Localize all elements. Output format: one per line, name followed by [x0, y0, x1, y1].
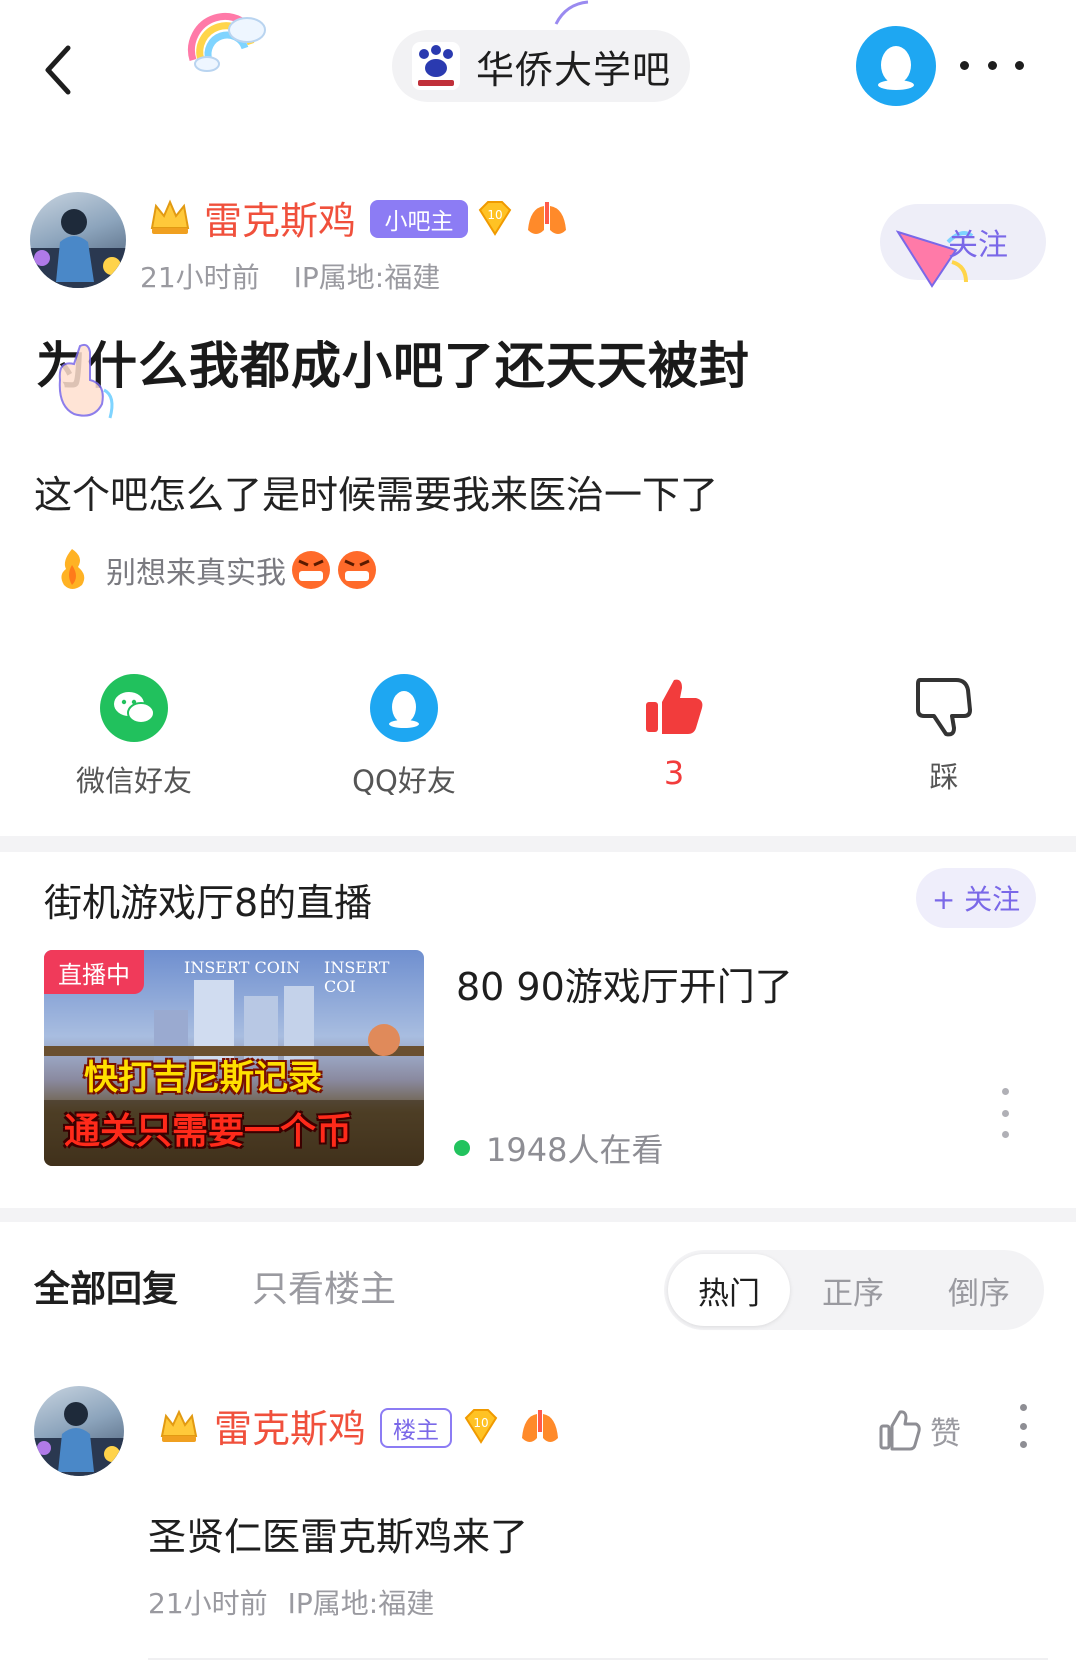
- tieba-paw-logo-icon: [412, 42, 460, 90]
- thumbs-up-outline-icon: [879, 1410, 921, 1451]
- thumbs-down-icon: [916, 678, 972, 737]
- more-dot-icon: [987, 60, 997, 70]
- follow-label: 关注: [948, 228, 1008, 263]
- moderator-badge: 小吧主: [370, 200, 468, 238]
- more-dot-icon: [1015, 60, 1024, 70]
- live-follow-button[interactable]: + 关注: [916, 868, 1036, 928]
- more-options-button[interactable]: [960, 50, 1024, 80]
- share-wechat-label: 微信好友: [75, 764, 192, 798]
- angry-face-emoji-icon: [292, 551, 330, 589]
- post-meta: 21小时前 IP属地:福建: [140, 256, 440, 296]
- sort-asc-button[interactable]: 正序: [790, 1250, 916, 1330]
- live-dot-icon: [454, 1140, 470, 1156]
- sort-toggle-group: 热门 正序 倒序: [664, 1250, 1044, 1330]
- forum-name-pill[interactable]: 华侨大学吧: [392, 30, 690, 102]
- post-body: 这个吧怎么了是时候需要我来医治一下了: [34, 473, 719, 517]
- section-divider: [0, 836, 1076, 852]
- rainbow-decoration-icon: [185, 0, 275, 72]
- lungs-badge-icon: [528, 202, 566, 234]
- reply-text: 圣贤仁医雷克斯鸡来了: [148, 1515, 529, 1559]
- thumb-insert-coin-1: INSERT COIN: [184, 958, 301, 977]
- dislike-label: 踩: [929, 760, 959, 794]
- qq-share-top-button[interactable]: [856, 26, 936, 106]
- author-name[interactable]: 雷克斯鸡: [204, 190, 356, 245]
- more-dot-icon: [1019, 1441, 1027, 1448]
- signature-row: 别想来真实我: [54, 544, 378, 596]
- lungs-badge-icon: [522, 1410, 558, 1442]
- live-more-button[interactable]: [998, 1088, 1012, 1138]
- viewer-count-text: 1948人在看: [486, 1131, 664, 1169]
- live-stream-title[interactable]: 80 90游戏厅开门了: [456, 956, 793, 1011]
- more-dot-icon: [1001, 1131, 1009, 1138]
- author-avatar[interactable]: [30, 192, 126, 288]
- thumbs-up-filled-icon: [646, 679, 703, 734]
- sort-hot-button[interactable]: 热门: [668, 1254, 790, 1326]
- more-dot-icon: [960, 60, 969, 70]
- level-number: 10: [473, 1416, 488, 1430]
- wechat-icon: [100, 674, 168, 742]
- angry-face-emoji-icon: [338, 551, 376, 589]
- reply-divider: [148, 1658, 1048, 1660]
- like-count: 3: [663, 754, 685, 792]
- thumb-caption-2: 通关只需要一个币: [64, 1111, 353, 1152]
- flame-icon: [61, 549, 85, 589]
- thumb-caption-1: 快打吉尼斯记录: [84, 1058, 322, 1098]
- thumb-insert-coin-2: INSERT COI: [324, 958, 390, 996]
- qq-penguin-icon: [878, 46, 914, 90]
- like-button[interactable]: 3: [574, 674, 774, 804]
- reply-author-avatar[interactable]: [34, 1386, 124, 1476]
- swoosh-decoration-icon: [552, 0, 592, 28]
- live-viewer-count: 1948人在看: [454, 1128, 664, 1169]
- chevron-left-icon: [45, 45, 71, 95]
- forum-name: 华侨大学吧: [476, 47, 672, 92]
- more-dot-icon: [1019, 1422, 1027, 1430]
- qq-penguin-icon: [370, 674, 438, 742]
- more-dot-icon: [1019, 1404, 1027, 1411]
- level-gem-icon: 10: [478, 201, 512, 236]
- signature-text: 别想来真实我: [106, 556, 286, 591]
- follow-author-button[interactable]: 关注: [880, 204, 1046, 288]
- tab-all-replies[interactable]: 全部回复: [34, 1260, 178, 1312]
- level-gem-icon: 10: [464, 1409, 498, 1444]
- live-stream-thumbnail[interactable]: INSERT COIN INSERT COI 直播中 快打吉尼斯记录 通关只需要…: [44, 950, 424, 1166]
- reply-author-name[interactable]: 雷克斯鸡: [214, 1398, 366, 1453]
- crown-icon: [150, 199, 190, 234]
- reply-like-button[interactable]: 赞: [878, 1404, 961, 1456]
- more-dot-icon: [1001, 1088, 1009, 1095]
- original-poster-badge: 楼主: [380, 1408, 452, 1448]
- tab-owner-only[interactable]: 只看楼主: [252, 1260, 396, 1312]
- back-button[interactable]: [40, 40, 80, 100]
- live-section-title[interactable]: 街机游戏厅8的直播: [44, 872, 372, 927]
- post-time: 21小时前: [140, 261, 260, 294]
- live-status-badge: 直播中: [44, 950, 144, 994]
- reply-meta: 21小时前 IP属地:福建: [148, 1582, 434, 1622]
- reply-like-label: 赞: [930, 1415, 961, 1452]
- share-qq-label: QQ好友: [352, 764, 456, 798]
- level-number: 10: [487, 208, 502, 222]
- more-dot-icon: [1001, 1109, 1009, 1117]
- reply-more-button[interactable]: [1018, 1404, 1028, 1448]
- share-qq-button[interactable]: QQ好友: [304, 674, 504, 804]
- dislike-button[interactable]: 踩: [844, 674, 1044, 804]
- sort-desc-button[interactable]: 倒序: [916, 1250, 1042, 1330]
- reply-ip-location: IP属地:福建: [287, 1587, 435, 1620]
- share-wechat-button[interactable]: 微信好友: [34, 674, 234, 804]
- section-divider: [0, 1208, 1076, 1222]
- reply-time: 21小时前: [148, 1587, 268, 1620]
- pointing-hand-icon: [58, 343, 114, 419]
- post-ip-location: IP属地:福建: [293, 261, 441, 294]
- post-title: 为什么我都成小吧了还天天被封: [36, 337, 750, 395]
- crown-icon: [160, 1409, 198, 1442]
